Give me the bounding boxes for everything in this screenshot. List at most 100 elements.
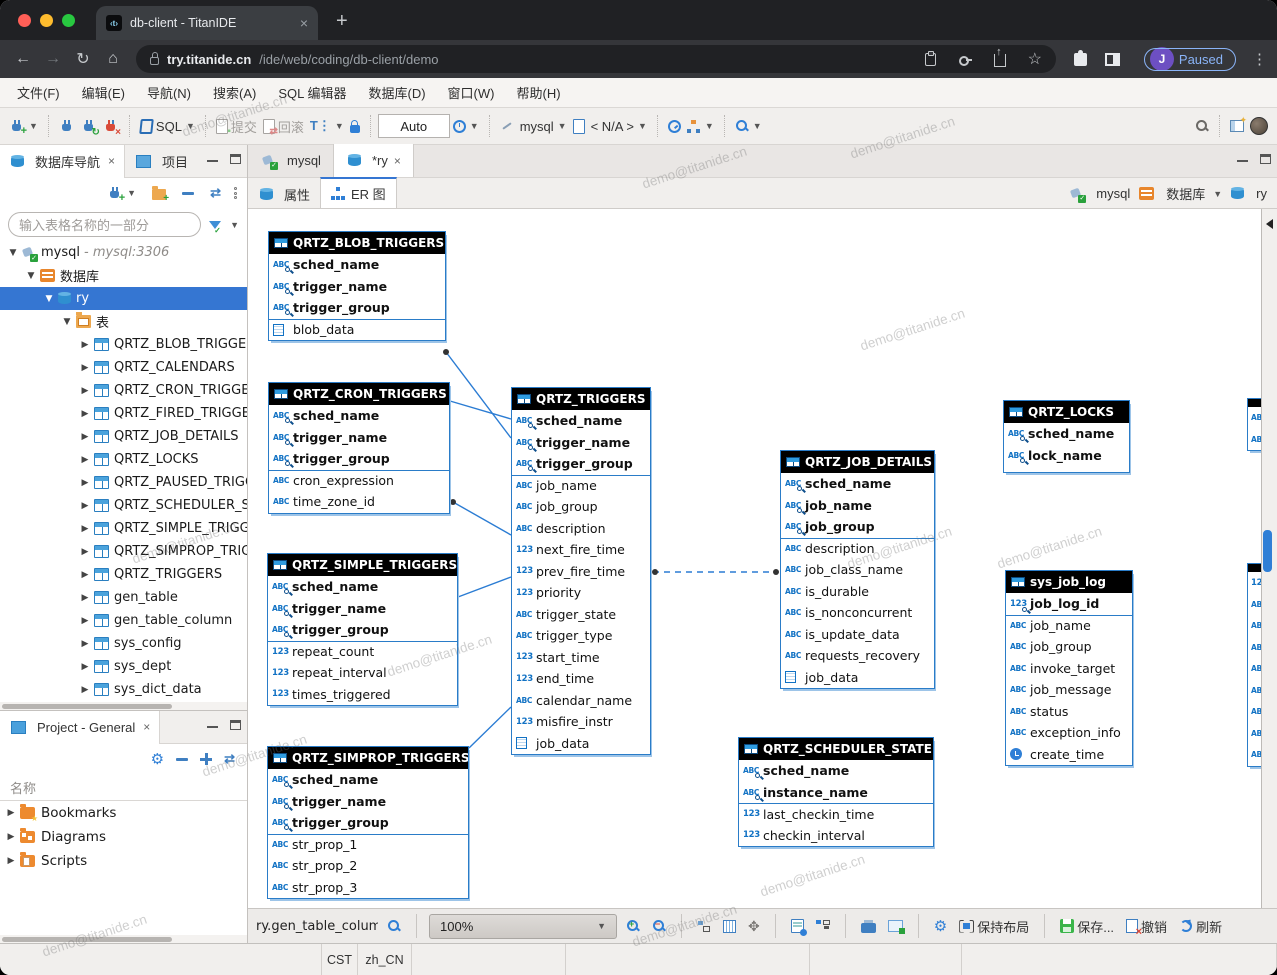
er-diagram-canvas[interactable]: QRTZ_BLOB_TRIGGERSABCsched_nameABCtrigge… (248, 209, 1261, 908)
tree-item-QRTZ_SCHEDULER_STATE[interactable]: ▶QRTZ_SCHEDULER_STATE (0, 494, 247, 517)
password-key-icon[interactable] (958, 52, 972, 66)
tree-expand-arrow-icon[interactable]: ▶ (4, 856, 18, 866)
er-column-sched_name[interactable]: ABCsched_name (268, 576, 457, 598)
er-table-QRTZ_LOCKS[interactable]: QRTZ_LOCKSABCsched_nameABClock_name (1003, 400, 1130, 473)
er-column-str_prop_3[interactable]: ABCstr_prop_3 (268, 877, 468, 899)
er-column-sched_name[interactable]: ABCsched_name (739, 760, 933, 782)
tree-item-QRTZ_JOB_DETAILS[interactable]: ▶QRTZ_JOB_DETAILS (0, 425, 247, 448)
tree-collapse-arrow-icon[interactable]: ▼ (6, 248, 20, 258)
er-column-priority[interactable]: 123priority (512, 582, 650, 604)
menu-item-7[interactable]: 帮助(H) (505, 83, 571, 102)
er-column-job_name[interactable]: ABCjob_name (1006, 615, 1132, 637)
er-column-trigger_group[interactable]: ABCtrigger_group (269, 297, 445, 319)
back-icon[interactable]: ← (10, 50, 36, 68)
transaction-mode-button[interactable]: T⋮▼ (307, 116, 347, 136)
breadcrumb-connection[interactable]: mysql (1096, 186, 1130, 201)
er-column-repeat_count[interactable]: 123repeat_count (268, 641, 457, 663)
er-column-trigger_group[interactable]: ABCtrigger_group (268, 619, 457, 641)
panel-minimize-icon[interactable] (207, 160, 218, 163)
er-column-sched_name[interactable]: ABCsched_name (512, 410, 650, 432)
connection-select[interactable]: mysql▼ (517, 117, 570, 136)
er-column-trigger_group[interactable]: ABCtrigger_group (269, 448, 449, 470)
breadcrumb-db[interactable]: ry (1256, 186, 1267, 201)
er-table-header[interactable]: QRTZ_SCHEDULER_STATE (739, 738, 933, 760)
link-selection-icon[interactable]: ⇄ (224, 751, 235, 767)
tree-item-sys_dept[interactable]: ▶sys_dept (0, 655, 247, 678)
panel-maximize-icon[interactable] (230, 154, 241, 164)
tree-item-QRTZ_LOCKS[interactable]: ▶QRTZ_LOCKS (0, 448, 247, 471)
tab-close-icon[interactable]: × (143, 720, 150, 734)
subtab-properties[interactable]: 属性 (248, 181, 320, 208)
scroll-marker[interactable] (1263, 530, 1272, 572)
er-column-invoke_target[interactable]: ABCinvoke_target (1006, 658, 1132, 680)
new-connection-button[interactable]: +▼ (6, 116, 41, 136)
project-item-Diagrams[interactable]: ▶Diagrams (0, 825, 247, 849)
tree-item-gen_table_column[interactable]: ▶gen_table_column (0, 609, 247, 632)
collapse-all-icon[interactable] (176, 758, 188, 761)
er-column-next_fire_time[interactable]: 123next_fire_time (512, 539, 650, 561)
schema-select[interactable]: < N/A >▼ (588, 117, 650, 136)
active-connection-icon[interactable] (497, 117, 517, 135)
zoom-out-button[interactable]: − (649, 917, 669, 935)
tree-expand-arrow-icon[interactable]: ▶ (78, 616, 92, 626)
er-column-last_checkin_time[interactable]: 123last_checkin_time (739, 803, 933, 825)
settings-gear-icon[interactable]: ⚙ (931, 915, 950, 937)
tree-item-QRTZ_TRIGGERS[interactable]: ▶QRTZ_TRIGGERS (0, 563, 247, 586)
er-column-job_log_id[interactable]: 123job_log_id (1006, 593, 1132, 615)
tree-expand-arrow-icon[interactable]: ▶ (78, 455, 92, 465)
er-column-misfire_instr[interactable]: 123misfire_instr (512, 711, 650, 733)
menu-item-1[interactable]: 编辑(E) (71, 83, 136, 102)
filter-dropdown-icon[interactable]: ▼ (230, 220, 239, 230)
tab-database-navigator[interactable]: 数据库导航 × (0, 145, 125, 178)
er-column-status[interactable]: ABCstatus (1006, 701, 1132, 723)
tree-collapse-arrow-icon[interactable]: ▼ (42, 294, 56, 304)
nav-new-connection-button[interactable]: +▼ (104, 183, 139, 203)
menu-item-3[interactable]: 搜索(A) (202, 83, 267, 102)
refresh-button[interactable]: 刷新 (1176, 915, 1225, 938)
menu-item-6[interactable]: 窗口(W) (437, 83, 506, 102)
tree-item-QRTZ_BLOB_TRIGGERS[interactable]: ▶QRTZ_BLOB_TRIGGERS (0, 333, 247, 356)
er-column-trigger_name[interactable]: ABCtrigger_name (269, 276, 445, 298)
tree-expand-arrow-icon[interactable]: ▶ (78, 409, 92, 419)
tree-expand-arrow-icon[interactable]: ▶ (78, 639, 92, 649)
er-table-QRTZ_SIMPROP_TRIGGERS[interactable]: QRTZ_SIMPROP_TRIGGERSABCsched_nameABCtri… (267, 746, 469, 899)
er-column-trigger_name[interactable]: ABCtrigger_name (268, 598, 457, 620)
tree-item-QRTZ_CRON_TRIGGERS[interactable]: ▶QRTZ_CRON_TRIGGERS (0, 379, 247, 402)
editor-tab-mysql[interactable]: mysql (248, 144, 333, 177)
er-column-sched_name[interactable]: ABCsched_name (269, 405, 449, 427)
tree-expand-arrow-icon[interactable]: ▶ (4, 808, 18, 818)
dashboard-button[interactable] (665, 118, 684, 135)
er-table-QRTZ_TRIGGERS[interactable]: QRTZ_TRIGGERSABCsched_nameABCtrigger_nam… (511, 387, 651, 755)
er-column-sched_name[interactable]: ABCsched_name (268, 769, 468, 791)
tab-close-icon[interactable]: × (300, 15, 308, 31)
print-button[interactable] (858, 918, 879, 935)
catalog-icon[interactable] (570, 117, 588, 136)
tree-expand-arrow-icon[interactable]: ▶ (78, 478, 92, 488)
er-column-is_nonconcurrent[interactable]: ABCis_nonconcurrent (781, 602, 934, 624)
fit-window-button[interactable]: ✥ (745, 916, 763, 937)
clipped-table-fragment[interactable]: 123ABCABCABCABCABCABCABCABC (1247, 563, 1261, 767)
er-column-job_class_name[interactable]: ABCjob_class_name (781, 559, 934, 581)
transaction-log-button[interactable]: ▼ (450, 118, 482, 135)
rollback-button[interactable]: ⇄回滚 (260, 115, 307, 138)
project-hscrollbar[interactable] (0, 935, 247, 943)
browser-menu-icon[interactable]: ⋮ (1252, 50, 1267, 68)
er-column-end_time[interactable]: 123end_time (512, 668, 650, 690)
tree-collapse-arrow-icon[interactable]: ▼ (24, 271, 38, 281)
er-column-requests_recovery[interactable]: ABCrequests_recovery (781, 645, 934, 667)
minimize-window-button[interactable] (40, 14, 53, 27)
search-button[interactable]: ▼ (732, 117, 765, 135)
tree-expand-arrow-icon[interactable]: ▶ (78, 685, 92, 695)
er-column-job_group[interactable]: ABCjob_group (781, 516, 934, 538)
er-table-QRTZ_SIMPLE_TRIGGERS[interactable]: QRTZ_SIMPLE_TRIGGERSABCsched_nameABCtrig… (267, 553, 458, 706)
undo-button[interactable]: 撤销 (1123, 915, 1170, 938)
tree-expand-arrow-icon[interactable]: ▶ (78, 386, 92, 396)
tree-expand-arrow-icon[interactable]: ▶ (4, 832, 18, 842)
reload-icon[interactable]: ↻ (70, 49, 96, 69)
keep-layout-button[interactable]: 保持布局 (956, 915, 1032, 938)
export-image-button[interactable] (885, 918, 906, 934)
zoom-in-button[interactable]: + (623, 917, 643, 935)
er-column-description[interactable]: ABCdescription (781, 538, 934, 560)
er-column-str_prop_2[interactable]: ABCstr_prop_2 (268, 855, 468, 877)
er-column-trigger_name[interactable]: ABCtrigger_name (512, 432, 650, 454)
